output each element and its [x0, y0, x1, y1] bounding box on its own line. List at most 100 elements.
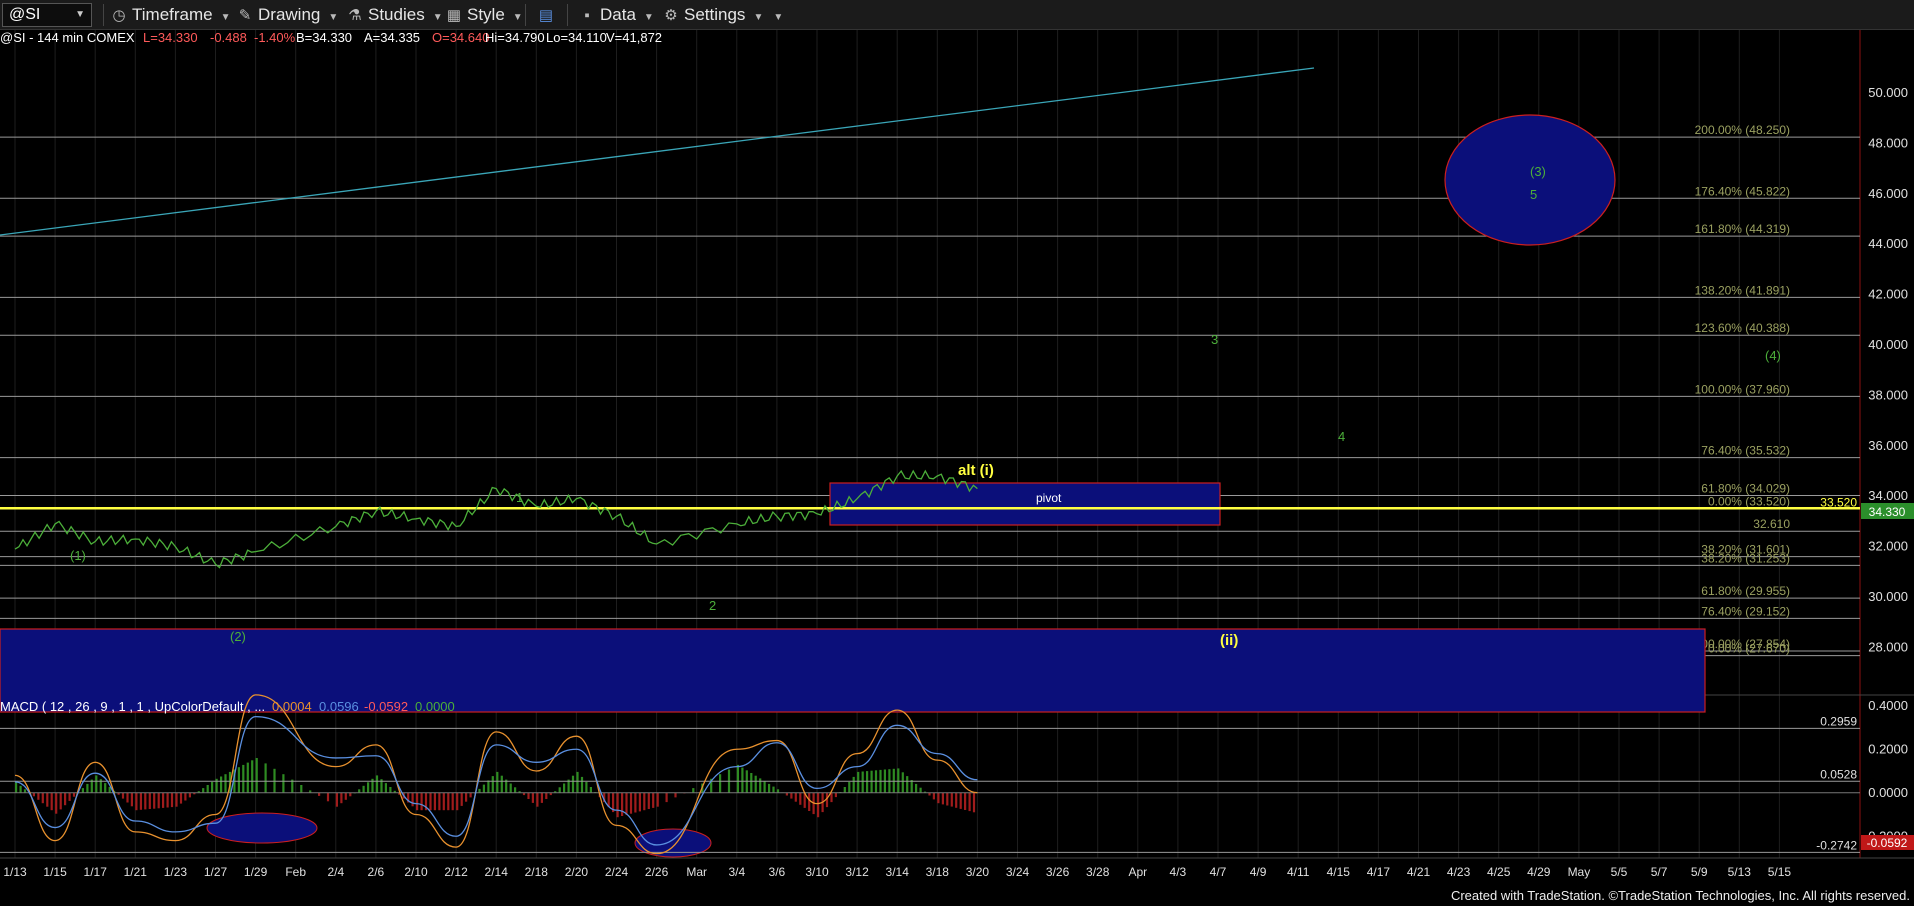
fib-level-label: 0.00% (27.670): [1708, 642, 1790, 656]
macd-histogram-bar: [224, 774, 227, 793]
pencil-icon: ✎: [238, 7, 252, 24]
x-tick-label: 3/10: [805, 865, 829, 879]
wave-label-4: 4: [1338, 429, 1345, 444]
macd-histogram-bar: [545, 792, 548, 799]
wave-label-1-paren: (1): [70, 548, 86, 563]
low-value: Lo=34.110: [546, 30, 607, 45]
x-tick-label: 3/14: [886, 865, 910, 879]
macd-histogram-bar: [326, 792, 330, 802]
macd-histogram-bar: [955, 792, 958, 808]
macd-y-tick-label: 0.4000: [1868, 698, 1908, 713]
toolbar-divider: [525, 4, 526, 26]
macd-histogram-bar: [438, 792, 441, 811]
macd-histogram-bar: [162, 792, 165, 808]
macd-histogram-bar: [46, 792, 49, 807]
macd-histogram-bar: [861, 771, 864, 793]
x-tick-label: Mar: [686, 865, 707, 879]
macd-histogram-bar: [148, 792, 151, 809]
x-tick-label: Apr: [1128, 865, 1147, 879]
x-tick-label: 4/21: [1407, 865, 1431, 879]
macd-histogram-bar: [59, 792, 62, 810]
macd-histogram-bar: [496, 771, 499, 793]
macd-histogram-bar: [135, 792, 138, 811]
macd-label: MACD ( 12 , 26 , 9 , 1 , 1 , UpColorDefa…: [0, 699, 265, 714]
clock-icon: ◷: [112, 7, 126, 24]
fib-level-label: 32.610: [1753, 517, 1790, 531]
wave-label-1: 1: [516, 490, 523, 505]
x-tick-label: 4/17: [1367, 865, 1391, 879]
macd-histogram-bar: [157, 792, 160, 809]
x-tick-label: May: [1568, 865, 1591, 879]
macd-histogram-bar: [362, 785, 365, 793]
macd-histogram-bar: [852, 776, 855, 793]
macd-histogram-bar: [848, 781, 851, 793]
macd-histogram-bar: [799, 792, 802, 805]
chevron-down-icon: ▼: [512, 12, 523, 23]
macd-histogram-bar: [429, 792, 432, 811]
macd-histogram-bar: [790, 792, 793, 799]
macd-histogram-bar: [964, 792, 967, 810]
macd-histogram-bar: [469, 792, 472, 798]
macd-histogram-bar: [282, 774, 285, 793]
macd-histogram-bar: [451, 792, 454, 811]
macd-histogram-bar: [41, 792, 44, 804]
macd-histogram-bar: [242, 764, 245, 793]
macd-histogram-bar: [139, 792, 142, 810]
macd-histogram-bar: [910, 780, 913, 793]
macd-histogram-bar: [616, 792, 619, 818]
macd-histogram-bar: [937, 792, 940, 804]
panels-button[interactable]: ▤: [537, 0, 559, 30]
macd-histogram-bar: [246, 762, 249, 793]
change-percent: -1.40%: [254, 30, 296, 45]
fib-level-label: 61.80% (29.955): [1701, 584, 1790, 598]
x-tick-label: 2/10: [404, 865, 428, 879]
macd-histogram-bar: [68, 792, 71, 801]
x-tick-label: 2/12: [444, 865, 468, 879]
macd-histogram-bar: [580, 776, 584, 793]
macd-histogram-bar: [487, 780, 490, 793]
macd-histogram-bar: [629, 792, 633, 814]
macd-histogram-bar: [901, 772, 904, 793]
macd-histogram-bar: [211, 781, 214, 793]
macd-histogram-bar: [768, 783, 771, 793]
macd-histogram-bar: [834, 792, 837, 798]
wave-label-alt-i: alt (i): [958, 462, 994, 479]
data-menu[interactable]: ▪ Data ▼: [578, 0, 654, 30]
chart-area[interactable]: 200.00% (48.250)176.40% (45.822)161.80% …: [0, 30, 1914, 906]
macd-histogram-bar: [126, 792, 129, 803]
studies-menu[interactable]: ⚗ Studies ▼: [346, 0, 443, 30]
x-tick-label: 3/12: [845, 865, 869, 879]
macd-histogram-bar: [389, 787, 392, 793]
macd-histogram-bar: [220, 776, 223, 793]
y-tick-label: 36.000: [1868, 438, 1908, 453]
x-tick-label: 1/17: [84, 865, 108, 879]
x-tick-label: 3/20: [966, 865, 990, 879]
macd-histogram-bar: [491, 776, 494, 793]
macd-histogram-bar: [531, 792, 534, 803]
y-tick-label: 40.000: [1868, 337, 1908, 352]
settings-menu[interactable]: ⚙ Settings ▼ ▼: [662, 0, 783, 30]
studies-label: Studies: [368, 5, 425, 24]
fib-level-label: 0.00% (33.520): [1708, 494, 1790, 508]
symbol-selector[interactable]: @SI ▼: [2, 3, 92, 27]
macd-histogram-bar: [104, 783, 107, 793]
style-menu[interactable]: ▦ Style ▼: [445, 0, 523, 30]
timeframe-menu[interactable]: ◷ Timeframe ▼: [110, 0, 230, 30]
x-tick-label: 3/26: [1046, 865, 1070, 879]
y-tick-label: 28.000: [1868, 639, 1908, 654]
wave-label-5: 5: [1530, 187, 1537, 202]
macd-y-tick-label: 0.2000: [1868, 741, 1908, 756]
macd-histogram-bar: [153, 792, 156, 809]
macd-histogram-bar: [536, 792, 539, 807]
macd-histogram-bar: [416, 792, 419, 811]
gear-icon: ⚙: [664, 7, 678, 24]
drawing-menu[interactable]: ✎ Drawing ▼: [236, 0, 339, 30]
panels-icon: ▤: [538, 7, 554, 24]
macd-histogram-bar: [941, 792, 944, 805]
macd-histogram-bar: [121, 792, 125, 799]
macd-histogram-bar: [349, 792, 352, 797]
macd-histogram-bar: [692, 788, 695, 793]
macd-histogram-bar: [621, 792, 624, 816]
chevron-down-icon: ▼: [773, 12, 784, 23]
chevron-down-icon: ▼: [432, 12, 443, 23]
